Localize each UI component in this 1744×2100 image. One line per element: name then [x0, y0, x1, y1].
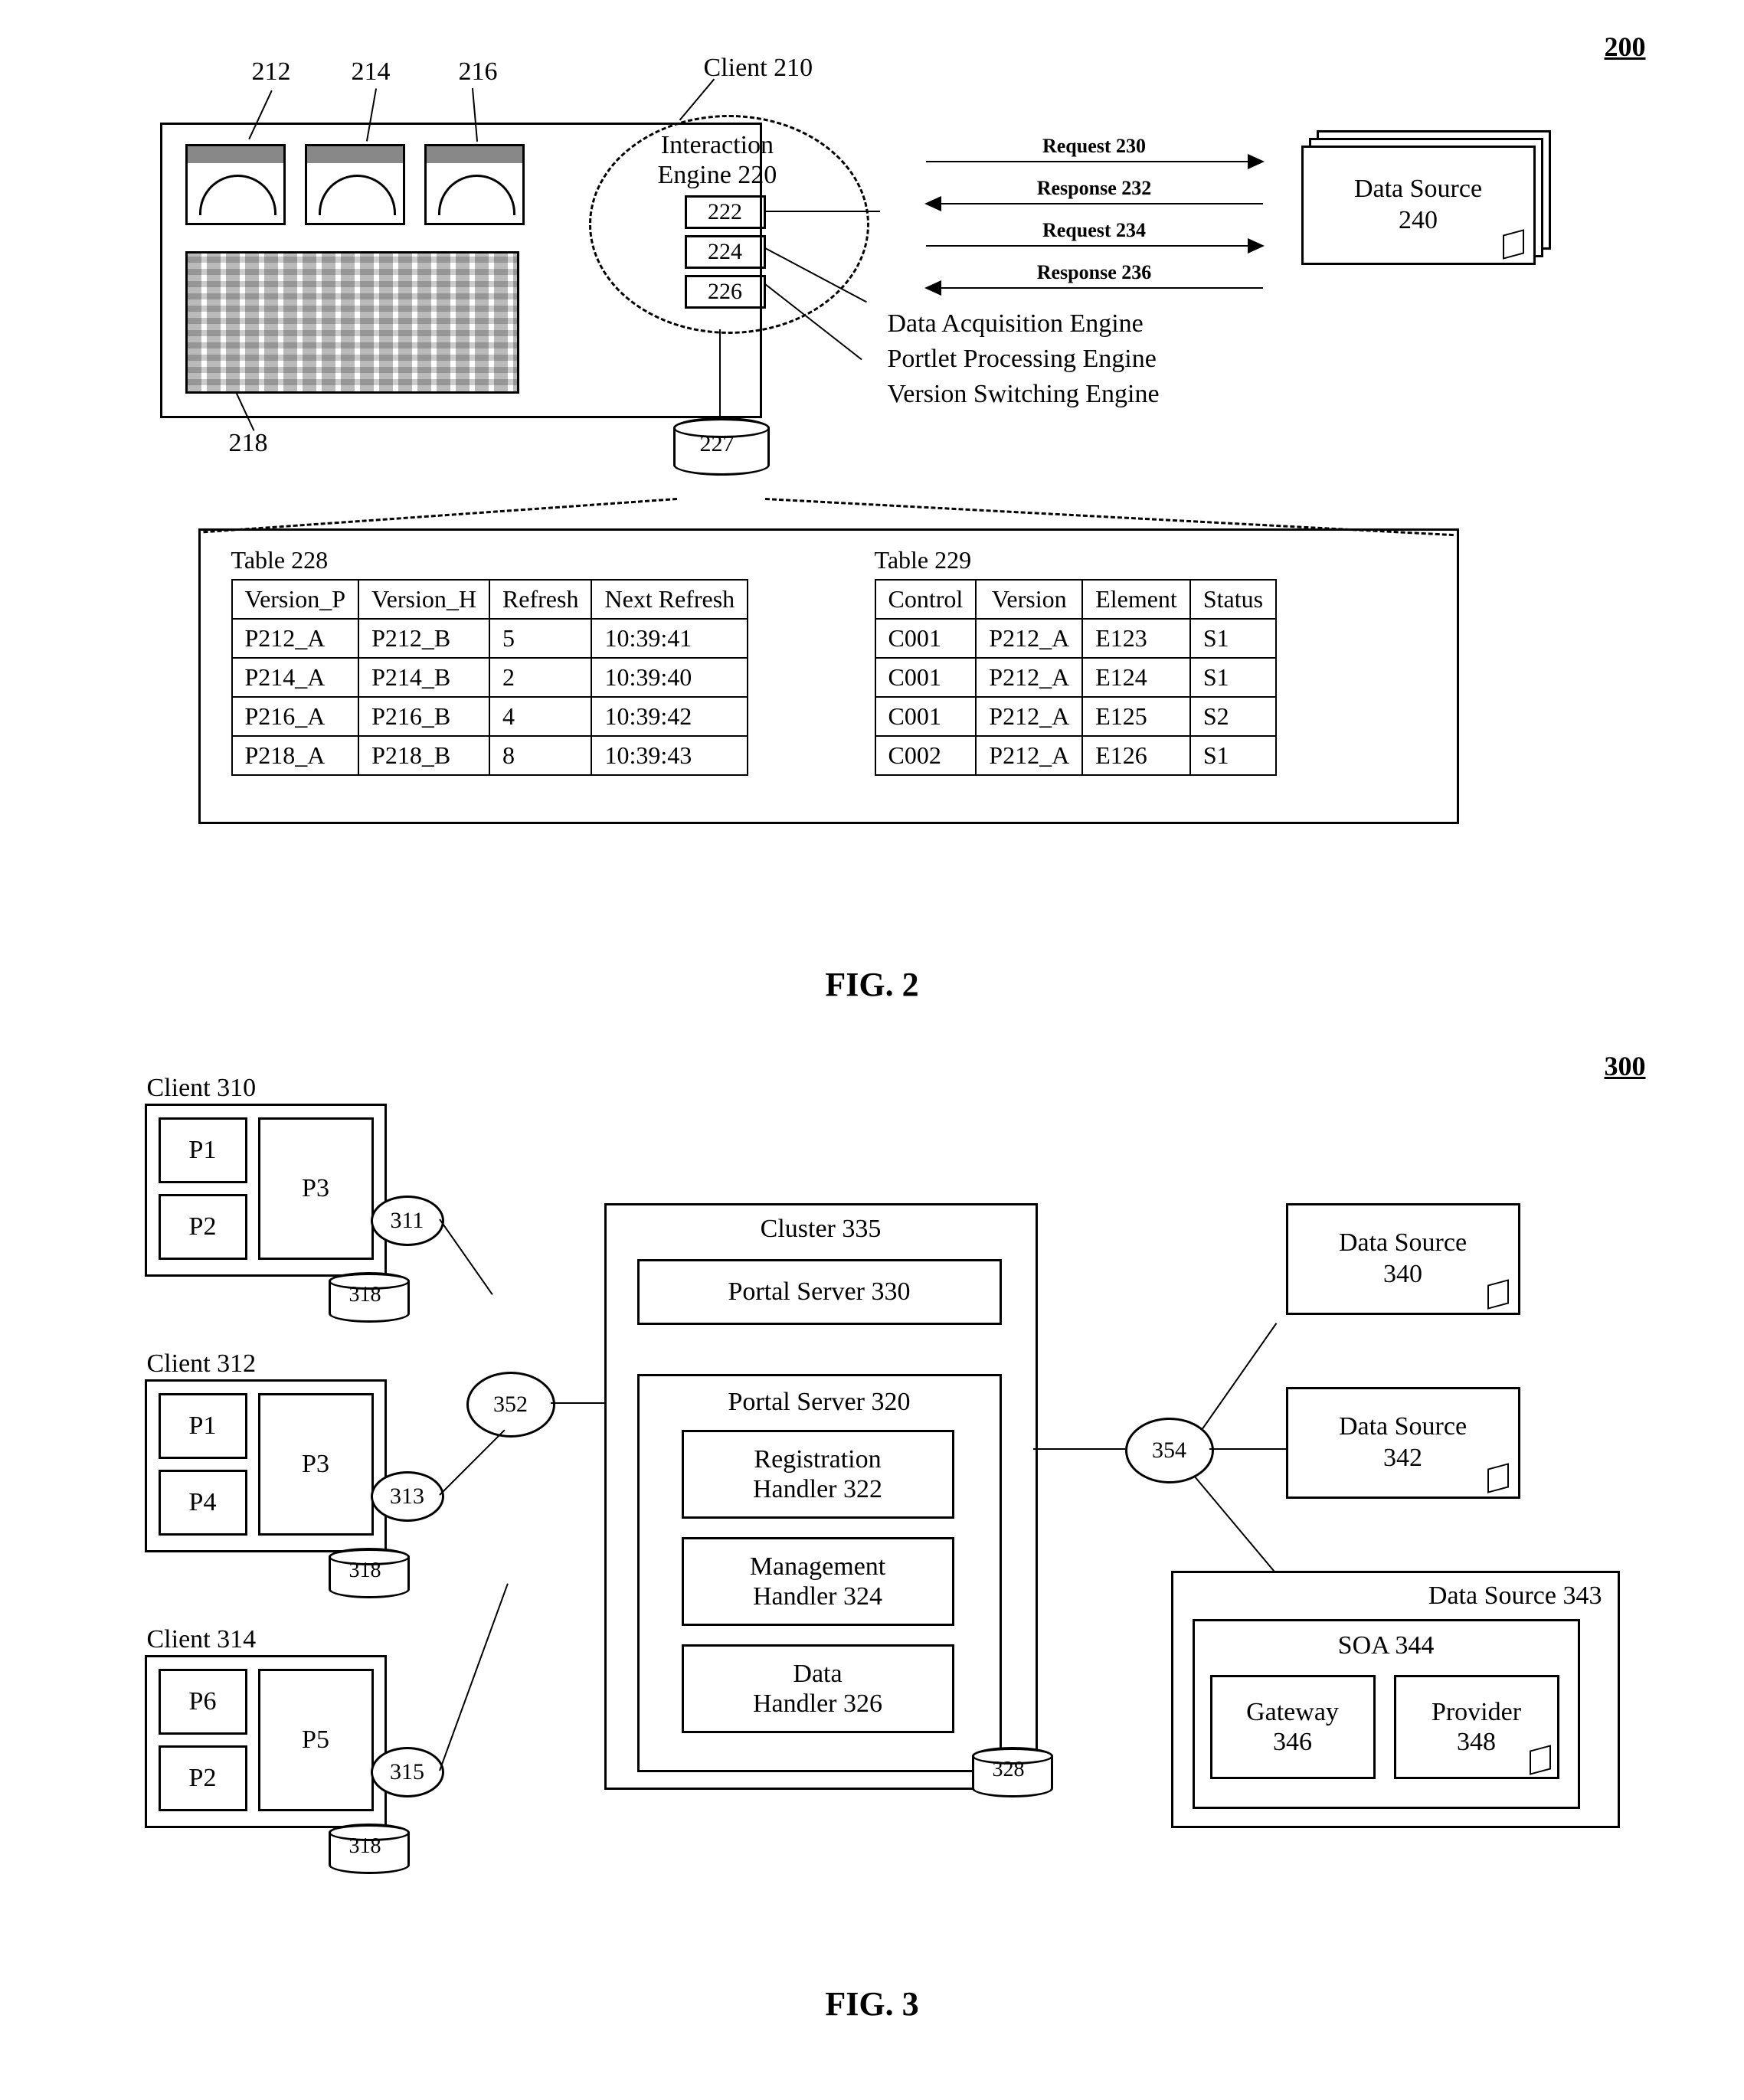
table-229: Table 229 Control Version Element Status… — [875, 546, 1278, 776]
data-source-240: Data Source 240 — [1301, 146, 1536, 265]
portlet-212 — [185, 144, 286, 225]
portlet-p2: P2 — [159, 1194, 247, 1260]
portal-server-320: Portal Server 320 RegistrationHandler 32… — [637, 1374, 1002, 1772]
datasource-icon — [1530, 1745, 1551, 1775]
cloud-352: 352 — [466, 1372, 555, 1438]
version-switching-engine-label: Version Switching Engine — [888, 377, 1160, 412]
soa-344: SOA 344 Gateway346 Provider348 — [1193, 1619, 1580, 1809]
client-314: Client 314 P6 P2 P5 — [145, 1655, 387, 1828]
client-210-label: Client 210 — [704, 54, 813, 83]
data-source-342: Data Source342 — [1286, 1387, 1520, 1499]
management-handler-324: ManagementHandler 324 — [682, 1537, 954, 1626]
module-226: 226 — [685, 275, 766, 309]
portlet-p5: P5 — [258, 1669, 374, 1811]
interaction-engine-modules: 222 224 226 — [685, 195, 766, 315]
node-311: 311 — [371, 1196, 444, 1246]
module-222: 222 — [685, 195, 766, 229]
datasource-icon — [1487, 1463, 1509, 1493]
provider-348: Provider348 — [1394, 1675, 1559, 1779]
portlet-214 — [305, 144, 405, 225]
portlet-216 — [424, 144, 525, 225]
ref-216: 216 — [459, 57, 498, 87]
client-312: Client 312 P1 P4 P3 — [145, 1379, 387, 1552]
database-318a: 318 — [329, 1272, 405, 1318]
node-313: 313 — [371, 1471, 444, 1522]
cluster-335: Cluster 335 Portal Server 330 Portal Ser… — [604, 1203, 1038, 1790]
data-source-340: Data Source340 — [1286, 1203, 1520, 1315]
gateway-346: Gateway346 — [1210, 1675, 1376, 1779]
figure-200-ref: 200 — [1605, 31, 1646, 63]
data-acquisition-engine-label: Data Acquisition Engine — [888, 306, 1160, 342]
arrow-request-230: Request 230 — [926, 161, 1263, 162]
client-310: Client 310 P1 P2 P3 — [145, 1104, 387, 1277]
figure-2: 200 Client 210 212 214 216 218 Interacti… — [68, 31, 1677, 950]
portlet-p1b: P1 — [159, 1393, 247, 1459]
ref-218: 218 — [229, 429, 268, 458]
figure-3: 300 Client 310 P1 P2 P3 311 318 Client 3… — [68, 1050, 1677, 1969]
module-224: 224 — [685, 235, 766, 269]
cloud-354: 354 — [1125, 1418, 1214, 1483]
datasource-icon — [1487, 1279, 1509, 1310]
fig3-caption: FIG. 3 — [68, 1984, 1677, 2023]
portlet-p3: P3 — [258, 1117, 374, 1260]
figure-300-ref: 300 — [1605, 1050, 1646, 1082]
interaction-engine-label: Interaction Engine 220 — [658, 130, 777, 190]
data-handler-326: DataHandler 326 — [682, 1644, 954, 1733]
database-328: 328 — [972, 1747, 1049, 1793]
database-318b: 318 — [329, 1548, 405, 1594]
datasource-icon — [1503, 229, 1524, 260]
engine-labels: Data Acquisition Engine Portlet Processi… — [888, 306, 1160, 412]
ref-212: 212 — [252, 57, 291, 87]
data-source-343: Data Source 343 SOA 344 Gateway346 Provi… — [1171, 1571, 1620, 1828]
portal-server-330: Portal Server 330 — [637, 1259, 1002, 1325]
database-227: 227 — [673, 417, 765, 471]
ref-214: 214 — [352, 57, 391, 87]
portlet-p4: P4 — [159, 1470, 247, 1536]
fig2-caption: FIG. 2 — [68, 965, 1677, 1004]
arrow-response-232: Response 232 — [926, 203, 1263, 204]
database-318c: 318 — [329, 1824, 405, 1869]
portlet-p2b: P2 — [159, 1745, 247, 1811]
arrow-response-236: Response 236 — [926, 287, 1263, 289]
portlet-p6: P6 — [159, 1669, 247, 1735]
portlet-p3b: P3 — [258, 1393, 374, 1536]
portlet-218-chart — [185, 251, 519, 394]
arrow-request-234: Request 234 — [926, 245, 1263, 247]
tables-panel: Table 228 Version_P Version_H Refresh Ne… — [198, 528, 1459, 824]
portlet-p1: P1 — [159, 1117, 247, 1183]
node-315: 315 — [371, 1747, 444, 1797]
portlet-processing-engine-label: Portlet Processing Engine — [888, 342, 1160, 377]
registration-handler-322: RegistrationHandler 322 — [682, 1430, 954, 1519]
table-228: Table 228 Version_P Version_H Refresh Ne… — [231, 546, 749, 776]
